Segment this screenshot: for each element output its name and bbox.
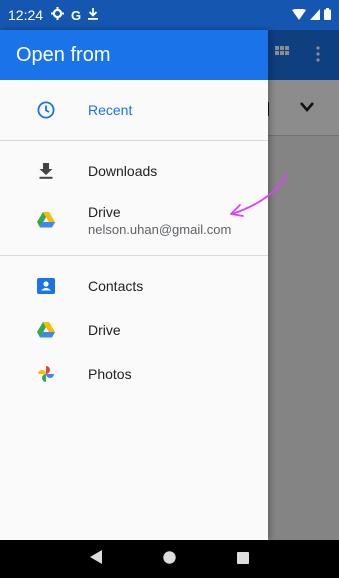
status-right-icons — [292, 7, 331, 23]
drawer-item-account: nelson.uhan@gmail.com — [88, 221, 232, 237]
contacts-icon — [36, 276, 56, 296]
drawer-item-text: Drive nelson.uhan@gmail.com — [88, 204, 231, 237]
clock-icon — [36, 100, 56, 120]
battery-icon — [324, 7, 331, 23]
drawer-item-recent[interactable]: Recent — [0, 88, 268, 132]
download-icon — [36, 161, 56, 181]
system-nav-bar — [0, 540, 339, 578]
drawer-section-recent: Recent — [0, 80, 268, 140]
status-bar: 12:24 G — [0, 0, 339, 30]
annotation-arrow-icon — [230, 173, 289, 217]
drawer-item-label: Downloads — [88, 163, 158, 179]
back-icon[interactable] — [90, 550, 103, 568]
drawer-item-label: Drive — [88, 322, 121, 338]
drawer-item-label: Drive — [88, 203, 121, 220]
drawer-header: Open from — [0, 30, 268, 80]
drawer-item-label: Photos — [88, 366, 132, 382]
photos-icon — [36, 364, 56, 384]
download-icon — [88, 7, 99, 23]
drawer-section-apps: Contacts Drive Photos — [0, 256, 268, 404]
drawer-item-drive[interactable]: Drive — [0, 308, 268, 352]
drive-icon — [36, 210, 56, 230]
wifi-icon — [292, 7, 306, 23]
gear-icon — [51, 7, 65, 23]
status-time: 12:24 — [8, 7, 44, 23]
google-g-icon: G — [71, 7, 82, 23]
drawer-item-photos[interactable]: Photos — [0, 352, 268, 396]
recents-icon[interactable] — [236, 551, 249, 568]
signal-icon — [310, 7, 320, 23]
drawer-title: Open from — [16, 43, 111, 66]
navigation-drawer: Open from Recent Downloads Drive nelson.… — [0, 30, 268, 540]
home-icon[interactable] — [163, 550, 176, 568]
drawer-item-contacts[interactable]: Contacts — [0, 264, 268, 308]
drawer-item-label: Recent — [88, 102, 133, 118]
drive-icon — [36, 320, 56, 340]
drawer-item-label: Contacts — [88, 278, 144, 294]
